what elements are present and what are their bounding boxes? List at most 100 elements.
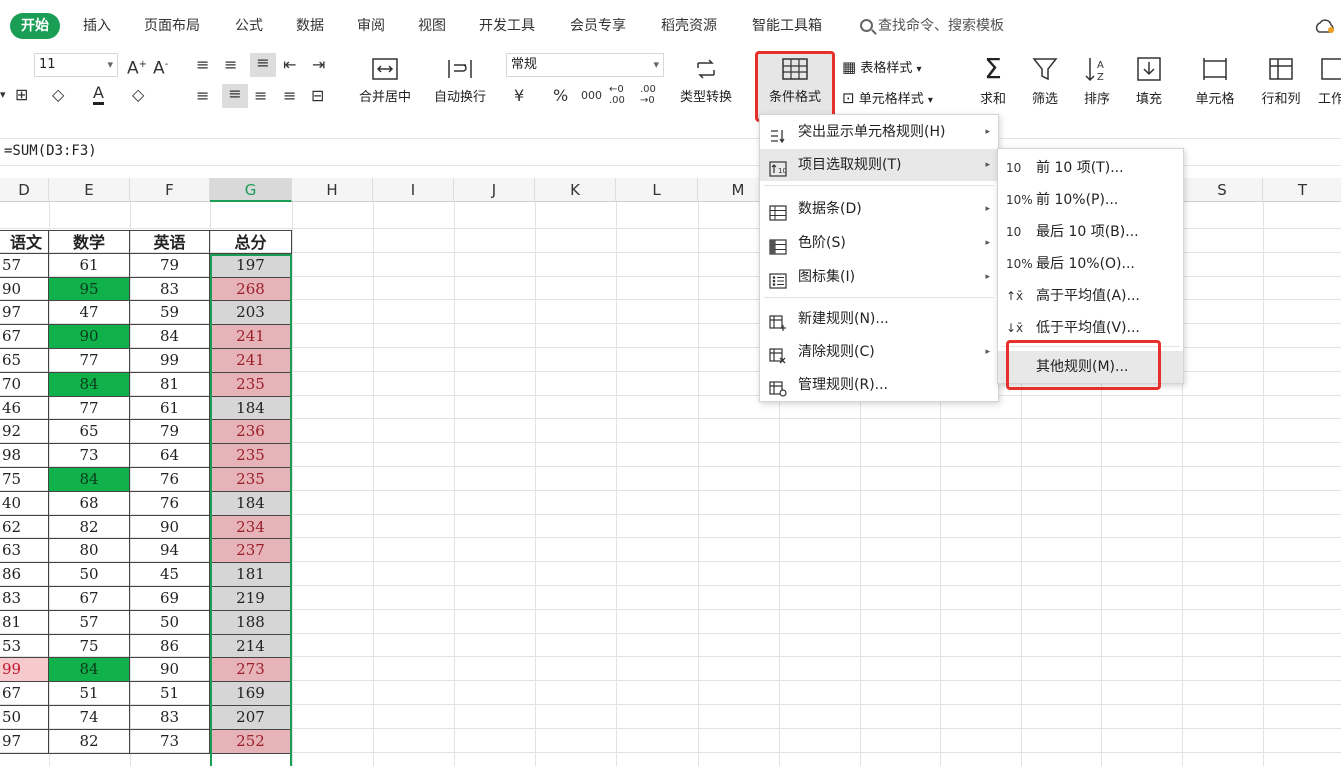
align-top-icon[interactable]: ≡ bbox=[196, 55, 209, 75]
table-cell[interactable]: 79 bbox=[130, 253, 210, 278]
column-header-F[interactable]: F bbox=[130, 178, 210, 202]
table-cell[interactable]: 74 bbox=[49, 706, 130, 730]
table-cell[interactable]: 67 bbox=[49, 587, 130, 611]
table-cell[interactable]: 234 bbox=[210, 515, 292, 540]
column-header-D[interactable]: D bbox=[0, 178, 49, 202]
menu-item-color-scales[interactable]: 色阶(S) ▸ bbox=[760, 227, 998, 259]
table-cell[interactable]: 83 bbox=[0, 587, 49, 611]
table-cell[interactable]: 214 bbox=[210, 634, 292, 659]
table-cell[interactable]: 92 bbox=[0, 420, 49, 445]
menu-item-top-bottom-rules[interactable]: 10 项目选取规则(T) ▸ bbox=[760, 149, 998, 181]
row-col-button[interactable]: 行和列 bbox=[1252, 55, 1310, 107]
table-cell[interactable]: 67 bbox=[0, 682, 49, 706]
align-bottom-icon[interactable]: ≡ bbox=[250, 53, 276, 77]
cell-button[interactable]: 单元格 bbox=[1186, 55, 1244, 107]
table-cell[interactable]: 65 bbox=[49, 420, 130, 445]
decrease-decimal-icon[interactable]: .00 →0 bbox=[640, 84, 656, 106]
column-header-I[interactable]: I bbox=[373, 178, 454, 202]
sum-button[interactable]: Σ 求和 bbox=[970, 55, 1016, 108]
indent-decrease-icon[interactable]: ⇤ bbox=[283, 55, 296, 75]
justify-icon[interactable]: ≡ bbox=[283, 86, 296, 106]
table-cell[interactable]: 99 bbox=[130, 349, 210, 373]
cell-style-button[interactable]: ⊡ 单元格样式 ▾ bbox=[842, 88, 933, 107]
table-cell[interactable]: 99 bbox=[0, 658, 49, 683]
table-cell[interactable]: 46 bbox=[0, 396, 49, 421]
table-cell[interactable]: 82 bbox=[49, 515, 130, 540]
tab-smart-tools[interactable]: 智能工具箱 bbox=[752, 13, 822, 39]
table-cell[interactable]: 219 bbox=[210, 587, 292, 611]
fill-color-icon[interactable]: ◇ bbox=[52, 85, 64, 105]
table-cell[interactable]: 47 bbox=[49, 301, 130, 326]
increase-font-icon[interactable]: A+ bbox=[127, 55, 147, 79]
column-header-G[interactable]: G bbox=[210, 178, 292, 202]
table-cell[interactable]: 65 bbox=[0, 349, 49, 373]
tab-member[interactable]: 会员专享 bbox=[570, 13, 626, 39]
table-cell[interactable]: 76 bbox=[130, 468, 210, 492]
column-header-T[interactable]: T bbox=[1263, 178, 1341, 202]
table-cell[interactable]: 252 bbox=[210, 729, 292, 754]
tab-review[interactable]: 审阅 bbox=[357, 13, 385, 39]
merge-center-button[interactable]: 合并居中 bbox=[348, 57, 422, 105]
tab-formulas[interactable]: 公式 bbox=[235, 13, 263, 39]
tab-data[interactable]: 数据 bbox=[296, 13, 324, 39]
table-cell[interactable]: 90 bbox=[130, 658, 210, 683]
column-header-J[interactable]: J bbox=[454, 178, 535, 202]
column-header-K[interactable]: K bbox=[535, 178, 616, 202]
submenu-item-bottom-10-percent[interactable]: 10% 最后 10%(O)... bbox=[998, 248, 1183, 280]
table-cell[interactable]: 86 bbox=[0, 563, 49, 587]
command-search[interactable]: 查找命令、搜索模板 bbox=[860, 13, 1004, 39]
submenu-item-top-10-percent[interactable]: 10% 前 10%(P)... bbox=[998, 184, 1183, 216]
table-cell[interactable]: 184 bbox=[210, 396, 292, 421]
menu-item-manage-rules[interactable]: 管理规则(R)... bbox=[760, 369, 998, 401]
table-cell[interactable]: 50 bbox=[130, 610, 210, 635]
number-format-select[interactable]: 常规 bbox=[506, 53, 664, 77]
table-cell[interactable]: 203 bbox=[210, 301, 292, 326]
table-cell[interactable]: 76 bbox=[130, 491, 210, 516]
table-cell[interactable]: 169 bbox=[210, 682, 292, 706]
table-cell[interactable]: 62 bbox=[0, 515, 49, 540]
table-cell[interactable]: 75 bbox=[0, 468, 49, 492]
table-cell[interactable]: 57 bbox=[0, 253, 49, 278]
table-cell[interactable]: 68 bbox=[49, 491, 130, 516]
filter-button[interactable]: 筛选 bbox=[1022, 55, 1068, 107]
submenu-item-above-average[interactable]: ↑x̄ 高于平均值(A)... bbox=[998, 280, 1183, 312]
tab-home[interactable]: 开始 bbox=[10, 13, 60, 39]
menu-item-clear-rules[interactable]: 清除规则(C) ▸ bbox=[760, 336, 998, 368]
column-header-E[interactable]: E bbox=[49, 178, 130, 202]
table-cell[interactable]: 51 bbox=[49, 682, 130, 706]
font-color-icon[interactable]: A bbox=[93, 83, 104, 105]
menu-item-new-rule[interactable]: 新建规则(N)... bbox=[760, 303, 998, 335]
table-cell[interactable]: 79 bbox=[130, 420, 210, 445]
tab-developer[interactable]: 开发工具 bbox=[479, 13, 535, 39]
table-cell[interactable]: 97 bbox=[0, 729, 49, 754]
sort-button[interactable]: AZ 排序 bbox=[1074, 55, 1120, 107]
font-size-select[interactable]: 11 bbox=[34, 53, 118, 77]
table-header-cell[interactable]: 数学 bbox=[49, 230, 130, 254]
thousands-separator-icon[interactable]: 000 bbox=[581, 86, 602, 106]
table-cell[interactable]: 84 bbox=[49, 372, 130, 397]
table-cell[interactable]: 84 bbox=[130, 325, 210, 349]
table-cell[interactable]: 64 bbox=[130, 444, 210, 468]
table-cell[interactable]: 67 bbox=[0, 325, 49, 349]
conditional-format-content[interactable]: 条件格式 bbox=[758, 57, 832, 105]
table-cell[interactable]: 86 bbox=[130, 634, 210, 659]
table-cell[interactable]: 83 bbox=[130, 277, 210, 302]
table-cell[interactable]: 61 bbox=[130, 396, 210, 421]
indent-increase-icon[interactable]: ⇥ bbox=[312, 55, 325, 75]
tab-view[interactable]: 视图 bbox=[418, 13, 446, 39]
table-cell[interactable]: 207 bbox=[210, 706, 292, 730]
table-cell[interactable]: 50 bbox=[49, 563, 130, 587]
table-cell[interactable]: 94 bbox=[130, 539, 210, 564]
menu-item-data-bars[interactable]: 数据条(D) ▸ bbox=[760, 193, 998, 225]
table-cell[interactable]: 75 bbox=[49, 634, 130, 659]
distribute-icon[interactable]: ⊟ bbox=[311, 86, 324, 106]
align-middle-icon[interactable]: ≡ bbox=[224, 55, 237, 75]
table-cell[interactable]: 83 bbox=[130, 706, 210, 730]
submenu-item-bottom-10[interactable]: 10 最后 10 项(B)... bbox=[998, 216, 1183, 248]
clear-format-icon[interactable]: ◇ bbox=[132, 85, 144, 105]
tab-page-layout[interactable]: 页面布局 bbox=[144, 13, 200, 39]
table-cell[interactable]: 53 bbox=[0, 634, 49, 659]
border-icon[interactable]: ⊞ bbox=[15, 85, 28, 105]
table-cell[interactable]: 57 bbox=[49, 610, 130, 635]
type-convert-button[interactable]: 类型转换 bbox=[668, 57, 744, 105]
